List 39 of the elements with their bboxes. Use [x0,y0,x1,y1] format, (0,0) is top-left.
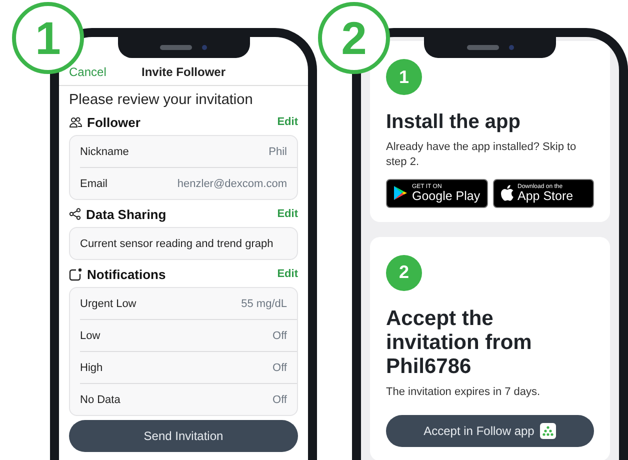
edit-link[interactable]: Edit [277,268,298,280]
step-number: 2 [386,254,422,291]
row-label: Urgent Low [80,298,136,310]
step-title: Install the app [386,111,522,134]
row-label: Nickname [80,146,129,158]
people-icon [69,116,82,128]
screen-title: Invite Follower [141,65,226,79]
row-label: Low [80,330,100,342]
apple-icon [500,185,514,202]
edit-link[interactable]: Edit [277,208,298,220]
share-icon [69,208,81,220]
row-value: Off [272,362,287,374]
row-value: Phil [268,146,287,158]
send-invitation-button[interactable]: Send Invitation [69,420,298,452]
row-value: Off [272,330,287,342]
app-logo-icon [540,422,556,439]
section-title: Notifications [87,266,166,282]
section-title: Data Sharing [86,206,166,222]
row-label: Current sensor reading and trend graph [80,238,274,250]
row-value: henzler@dexcom.com [177,178,287,190]
notification-icon [69,268,82,280]
section-title: Follower [87,114,140,130]
review-heading: Please review your invitation [69,92,254,108]
edit-link[interactable]: Edit [277,116,298,128]
step-number: 1 [386,59,422,95]
step-title: Accept the invitation from Phil6786 [386,306,533,380]
row-label: Email [80,178,108,190]
store-name: App Store [518,190,574,203]
step-description: Already have the app installed? Skip to step 2. [386,140,578,170]
row-value: 55 mg/dL [241,298,287,310]
play-triangle-icon [393,185,408,202]
row-label: High [80,362,103,374]
step-description: The invitation expires in 7 days. [386,385,542,400]
cancel-link[interactable]: Cancel [69,65,106,79]
store-name: Google Play [412,190,480,203]
accept-button[interactable]: Accept in Follow app [386,414,594,447]
row-label: No Data [80,394,120,406]
step-badge: 2 [318,2,390,74]
row-value: Off [272,394,287,406]
